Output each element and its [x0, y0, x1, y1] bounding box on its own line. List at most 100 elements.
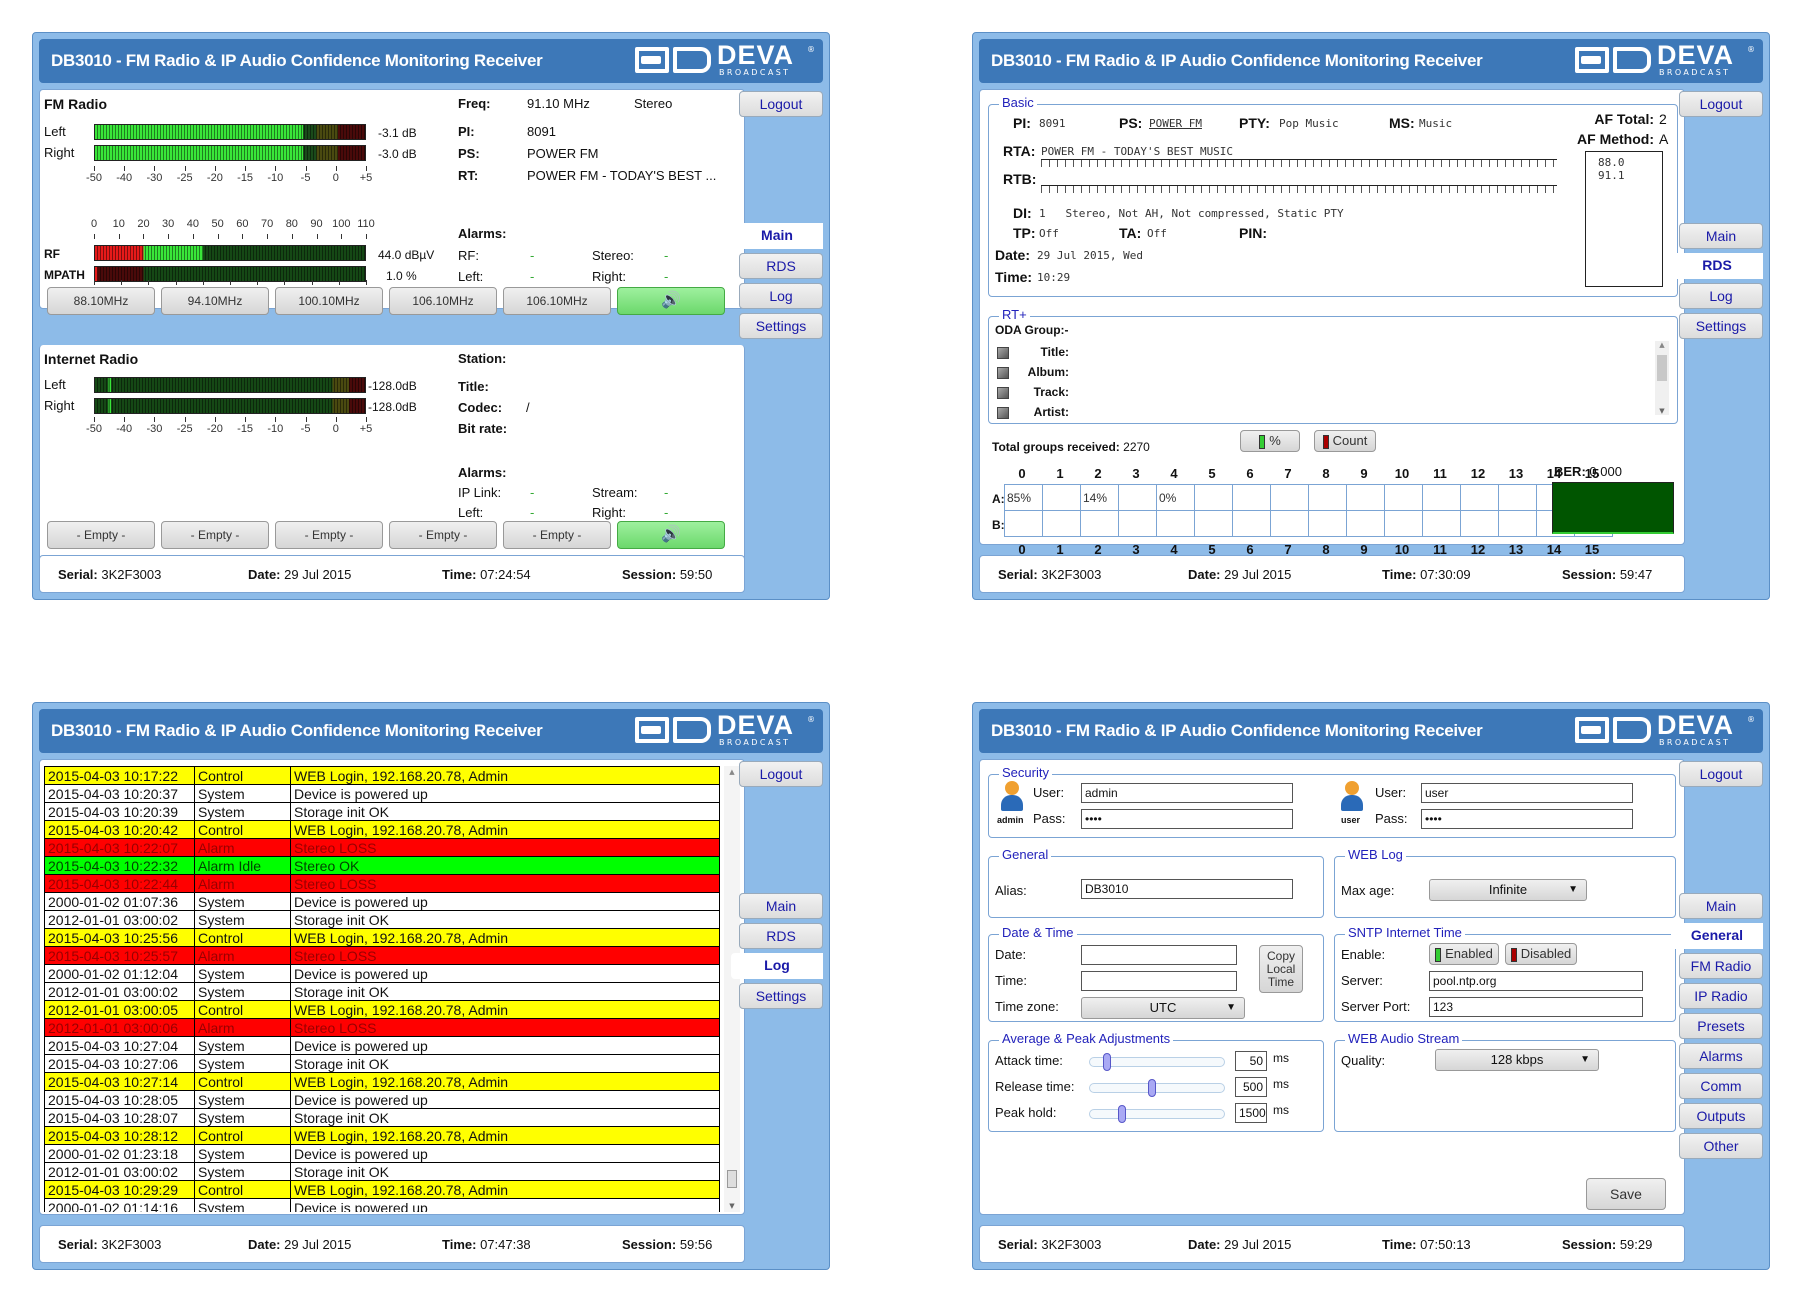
user-pass-input[interactable]: •••• [1421, 809, 1633, 829]
alias-label: Alias: [995, 883, 1027, 898]
log-row[interactable]: 2015-04-03 10:25:57 Alarm Stereo LOSS [44, 946, 720, 965]
rtplus-scrollbar[interactable]: ▲ ▼ [1655, 341, 1669, 415]
log-row[interactable]: 2015-04-03 10:28:12 Control WEB Login, 192… [44, 1126, 720, 1145]
save-button[interactable]: Save [1586, 1178, 1666, 1210]
session-label: Session: [1562, 1237, 1617, 1252]
max-age-select[interactable]: Infinite ▼ [1429, 879, 1587, 901]
log-row[interactable]: 2015-04-03 10:28:05 System Device is power… [44, 1090, 720, 1109]
release-slider-knob[interactable] [1147, 1079, 1156, 1097]
log-row[interactable]: 2012-01-01 03:00:05 Control WEB Login, 192… [44, 1000, 720, 1019]
log-row[interactable]: 2015-04-03 10:27:06 System Storage init OK [44, 1054, 720, 1073]
group-column-label: 6 [1246, 466, 1254, 481]
peak-slider[interactable] [1089, 1105, 1225, 1123]
log-cell-msg: Device is powered up [290, 1036, 720, 1055]
scroll-thumb[interactable] [727, 1170, 737, 1188]
log-row[interactable]: 2015-04-03 10:27:04 System Device is power… [44, 1036, 720, 1055]
logout-button[interactable]: Logout [739, 91, 823, 117]
nav-presets[interactable]: Presets [1679, 1013, 1763, 1039]
nav-rds[interactable]: RDS [1671, 253, 1763, 279]
logout-button[interactable]: Logout [1679, 91, 1763, 117]
log-row[interactable]: 2015-04-03 10:22:32 Alarm Idle Stereo OK [44, 856, 720, 875]
preset-button[interactable]: 100.10MHz [275, 287, 383, 315]
log-row[interactable]: 2000-01-02 01:07:36 System Device is power… [44, 892, 720, 911]
sntp-enabled-button[interactable]: Enabled [1429, 943, 1499, 965]
af-list[interactable]: 88.0 91.1 [1585, 151, 1663, 287]
nav-log[interactable]: Log [731, 953, 823, 979]
nav-rds[interactable]: RDS [739, 253, 823, 279]
sntp-disabled-button[interactable]: Disabled [1505, 943, 1577, 965]
date-input[interactable] [1081, 945, 1237, 965]
speaker-button[interactable]: 🔊 [617, 521, 725, 549]
preset-button[interactable]: 106.10MHz [503, 287, 611, 315]
log-row[interactable]: 2015-04-03 10:20:39 System Storage init OK [44, 802, 720, 821]
server-input[interactable]: pool.ntp.org [1429, 971, 1643, 991]
log-row[interactable]: 2015-04-03 10:20:37 System Device is power… [44, 784, 720, 803]
nav-comm[interactable]: Comm [1679, 1073, 1763, 1099]
nav-alarms[interactable]: Alarms [1679, 1043, 1763, 1069]
stream-legend: WEB Audio Stream [1345, 1031, 1463, 1046]
nav-log[interactable]: Log [739, 283, 823, 309]
log-row[interactable]: 2015-04-03 10:22:07 Alarm Stereo LOSS [44, 838, 720, 857]
peak-slider-knob[interactable] [1118, 1105, 1127, 1123]
log-row[interactable]: 2000-01-02 01:23:18 System Device is power… [44, 1144, 720, 1163]
attack-slider-knob[interactable] [1102, 1053, 1111, 1071]
nav-settings[interactable]: Settings [1679, 313, 1763, 339]
nav-outputs[interactable]: Outputs [1679, 1103, 1763, 1129]
log-row[interactable]: 2015-04-03 10:27:14 Control WEB Login, 192… [44, 1072, 720, 1091]
nav-log[interactable]: Log [1679, 283, 1763, 309]
preset-button[interactable]: 88.10MHz [47, 287, 155, 315]
log-row[interactable]: 2012-01-01 03:00:02 System Storage init OK [44, 910, 720, 929]
tick-mark [335, 166, 337, 171]
nav-fm-radio[interactable]: FM Radio [1679, 953, 1763, 979]
admin-pass-input[interactable]: •••• [1081, 809, 1293, 829]
group-column-label: 9 [1360, 466, 1368, 481]
preset-button[interactable]: - Empty - [47, 521, 155, 549]
log-row[interactable]: 2015-04-03 10:17:22 Control WEB Login, 192… [44, 766, 720, 785]
logout-button[interactable]: Logout [1679, 761, 1763, 787]
copy-local-time-button[interactable]: Copy Local Time [1259, 945, 1303, 993]
nav-main[interactable]: Main [731, 223, 823, 249]
quality-select[interactable]: 128 kbps ▼ [1435, 1049, 1599, 1071]
nav-main[interactable]: Main [1679, 893, 1763, 919]
percent-button[interactable]: % [1240, 430, 1300, 452]
nav-other[interactable]: Other [1679, 1133, 1763, 1159]
preset-button[interactable]: - Empty - [275, 521, 383, 549]
release-input[interactable]: 500 [1235, 1077, 1267, 1097]
count-button[interactable]: Count [1314, 430, 1376, 452]
log-row[interactable]: 2015-04-03 10:28:07 System Storage init OK [44, 1108, 720, 1127]
admin-user-input[interactable]: admin [1081, 783, 1293, 803]
log-row[interactable]: 2015-04-03 10:29:29 Control WEB Login, 192… [44, 1180, 720, 1199]
log-row[interactable]: 2000-01-02 01:14:16 System Device is power… [44, 1198, 720, 1212]
nav-general[interactable]: General [1671, 923, 1763, 949]
log-row[interactable]: 2015-04-03 10:20:42 Control WEB Login, 192… [44, 820, 720, 839]
alias-input[interactable]: DB3010 [1081, 879, 1293, 899]
attack-slider[interactable] [1089, 1053, 1225, 1071]
log-row[interactable]: 2012-01-01 03:00:02 System Storage init OK [44, 1162, 720, 1181]
nav-main[interactable]: Main [739, 893, 823, 919]
attack-input[interactable]: 50 [1235, 1051, 1267, 1071]
preset-button[interactable]: 106.10MHz [389, 287, 497, 315]
nav-rds[interactable]: RDS [739, 923, 823, 949]
release-slider[interactable] [1089, 1079, 1225, 1097]
log-row[interactable]: 2015-04-03 10:25:56 Control WEB Login, 192… [44, 928, 720, 947]
preset-button[interactable]: - Empty - [503, 521, 611, 549]
preset-button[interactable]: - Empty - [389, 521, 497, 549]
speaker-button[interactable]: 🔊 [617, 287, 725, 315]
peak-input[interactable]: 1500 [1235, 1103, 1267, 1123]
preset-button[interactable]: 94.10MHz [161, 287, 269, 315]
port-input[interactable]: 123 [1429, 997, 1643, 1017]
log-row[interactable]: 2000-01-02 01:12:04 System Device is power… [44, 964, 720, 983]
nav-main[interactable]: Main [1679, 223, 1763, 249]
log-row[interactable]: 2012-01-01 03:00:02 System Storage init OK [44, 982, 720, 1001]
timezone-select[interactable]: UTC ▼ [1081, 997, 1245, 1019]
time-input[interactable] [1081, 971, 1237, 991]
log-scrollbar[interactable]: ▲ ▼ [724, 766, 740, 1212]
nav-ip-radio[interactable]: IP Radio [1679, 983, 1763, 1009]
logout-button[interactable]: Logout [739, 761, 823, 787]
preset-button[interactable]: - Empty - [161, 521, 269, 549]
log-row[interactable]: 2015-04-03 10:22:44 Alarm Stereo LOSS [44, 874, 720, 893]
user-user-input[interactable]: user [1421, 783, 1633, 803]
log-row[interactable]: 2012-01-01 03:00:06 Alarm Stereo LOSS [44, 1018, 720, 1037]
nav-settings[interactable]: Settings [739, 983, 823, 1009]
nav-settings[interactable]: Settings [739, 313, 823, 339]
